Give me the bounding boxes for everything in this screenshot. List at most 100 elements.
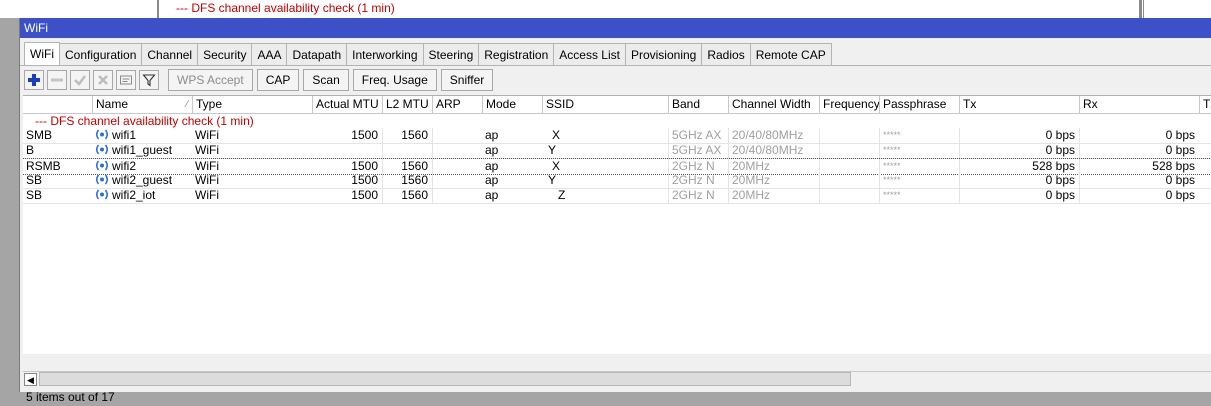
table-row[interactable]: SB wifi2_guest WiFi 1500 1560 ap Y 2GHz … bbox=[23, 173, 1211, 189]
disable-button[interactable] bbox=[93, 70, 113, 90]
table-row[interactable]: B wifi1_guest WiFi ap Y 5GHz AX 20/40/80… bbox=[23, 143, 1211, 159]
cell-tx: 0 bps bbox=[959, 143, 1079, 158]
cell-mode: ap bbox=[485, 159, 499, 173]
column-header-arp[interactable]: ARP bbox=[432, 96, 482, 113]
cell-frequency bbox=[819, 173, 879, 188]
cell-mode: ap bbox=[485, 143, 499, 157]
tab-remote-cap[interactable]: Remote CAP bbox=[749, 43, 832, 65]
status-bar: 5 items out of 17 bbox=[26, 390, 115, 404]
column-header-channel-width[interactable]: Channel Width bbox=[728, 96, 819, 113]
tab-configuration[interactable]: Configuration bbox=[59, 43, 143, 65]
tab-registration[interactable]: Registration bbox=[478, 43, 555, 65]
tab-wifi[interactable]: WiFi bbox=[24, 42, 60, 66]
cell-passphrase: ***** bbox=[879, 143, 959, 158]
cell-mode: ap bbox=[485, 173, 499, 187]
cell-l2-mtu: 1560 bbox=[382, 128, 432, 143]
cell-ssid: X bbox=[552, 159, 561, 173]
cell-arp bbox=[432, 188, 482, 203]
column-header-passphrase[interactable]: Passphrase bbox=[879, 96, 959, 113]
table-row[interactable]: SMB wifi1 WiFi 1500 1560 ap X 5GHz AX 20… bbox=[23, 128, 1211, 144]
cell-name: wifi2_iot bbox=[92, 188, 192, 203]
cell-frequency bbox=[819, 188, 879, 203]
cell-passphrase: ***** bbox=[879, 188, 959, 203]
cell-tx: 0 bps bbox=[959, 128, 1079, 143]
cell-name: wifi1 bbox=[92, 128, 192, 143]
cell-tx: 528 bps bbox=[959, 159, 1079, 174]
tab-datapath[interactable]: Datapath bbox=[286, 43, 348, 65]
column-header-tx-2[interactable]: Tx bbox=[1199, 96, 1211, 113]
column-header-frequency[interactable]: Frequency bbox=[819, 96, 879, 113]
cell-band: 2GHz N bbox=[668, 173, 728, 188]
tab-provisioning[interactable]: Provisioning bbox=[624, 43, 703, 65]
scan-button[interactable]: Scan bbox=[303, 69, 349, 91]
cell-channel-width: 20MHz bbox=[728, 173, 819, 188]
filter-button[interactable] bbox=[139, 70, 159, 90]
comment-button[interactable] bbox=[116, 70, 136, 90]
cell-name-label: wifi1 bbox=[112, 128, 137, 142]
cell-arp bbox=[432, 173, 482, 188]
cell-passphrase: ***** bbox=[879, 128, 959, 143]
scrollbar-thumb[interactable] bbox=[39, 372, 851, 386]
cell-type: WiFi bbox=[195, 143, 219, 157]
cell-rx: 0 bps bbox=[1079, 128, 1199, 143]
column-header-type[interactable]: Type bbox=[192, 96, 312, 113]
interfaces-table: Name ⁄ Type Actual MTU L2 MTU ARP Mode SS… bbox=[23, 95, 1211, 354]
freq-usage-button[interactable]: Freq. Usage bbox=[352, 69, 437, 91]
cap-button[interactable]: CAP bbox=[256, 69, 300, 91]
add-button[interactable] bbox=[24, 70, 44, 90]
enable-icon bbox=[74, 75, 86, 86]
cell-frequency bbox=[819, 128, 879, 143]
cell-band: 5GHz AX bbox=[668, 143, 728, 158]
cell-type: WiFi bbox=[195, 128, 219, 142]
column-header-rx[interactable]: Rx bbox=[1079, 96, 1199, 113]
wifi-window: WiFi WiFi Configuration Channel Security… bbox=[19, 18, 1211, 404]
cell-rx: 0 bps bbox=[1079, 173, 1199, 188]
tab-radios[interactable]: Radios bbox=[701, 43, 751, 65]
cell-frequency bbox=[819, 143, 879, 158]
column-header-name[interactable]: Name ⁄ bbox=[92, 96, 192, 113]
cell-channel-width: 20MHz bbox=[728, 159, 819, 174]
cell-tx: 0 bps bbox=[959, 188, 1079, 203]
cell-band: 2GHz N bbox=[668, 159, 728, 174]
add-icon bbox=[28, 74, 40, 86]
tab-steering[interactable]: Steering bbox=[422, 43, 480, 65]
cell-mode: ap bbox=[485, 188, 499, 202]
sniffer-button[interactable]: Sniffer bbox=[440, 69, 494, 91]
filter-icon bbox=[142, 74, 156, 87]
cell-actual-mtu bbox=[312, 143, 382, 158]
tab-divider bbox=[20, 65, 1211, 66]
cell-l2-mtu: 1560 bbox=[382, 159, 432, 174]
cell-arp bbox=[432, 159, 482, 174]
column-header-l2-mtu[interactable]: L2 MTU bbox=[382, 96, 432, 113]
cell-channel-width: 20/40/80MHz bbox=[728, 128, 819, 143]
cell-name: wifi2 bbox=[92, 159, 192, 174]
window-titlebar[interactable]: WiFi bbox=[20, 18, 1211, 38]
enable-button[interactable] bbox=[70, 70, 90, 90]
cell-flags: SMB bbox=[26, 128, 53, 142]
tab-security[interactable]: Security bbox=[197, 43, 253, 65]
remove-icon bbox=[51, 78, 63, 82]
column-header-ssid[interactable]: SSID bbox=[542, 96, 668, 113]
tab-access-list[interactable]: Access List bbox=[553, 43, 626, 65]
column-header-actual-mtu[interactable]: Actual MTU bbox=[312, 96, 382, 113]
wps-accept-button[interactable]: WPS Accept bbox=[168, 69, 253, 91]
column-header-name-label: Name bbox=[96, 97, 129, 111]
cell-ssid: Y bbox=[548, 173, 557, 187]
tab-interworking[interactable]: Interworking bbox=[346, 43, 424, 65]
cell-frequency bbox=[819, 159, 879, 174]
cell-tx: 0 bps bbox=[959, 173, 1079, 188]
column-header-tx[interactable]: Tx bbox=[959, 96, 1079, 113]
column-header-mode[interactable]: Mode bbox=[482, 96, 542, 113]
remove-button[interactable] bbox=[47, 70, 67, 90]
disable-icon bbox=[98, 75, 108, 85]
cell-flags: RSMB bbox=[26, 159, 61, 173]
background-border-right bbox=[1139, 0, 1142, 18]
column-header-band[interactable]: Band bbox=[668, 96, 728, 113]
column-header-flags[interactable] bbox=[23, 96, 92, 113]
cell-actual-mtu: 1500 bbox=[351, 128, 378, 142]
tab-channel[interactable]: Channel bbox=[141, 43, 199, 65]
table-row[interactable]: SB wifi2_iot WiFi 1500 1560 ap Z 2GHz N … bbox=[23, 188, 1211, 204]
horizontal-scrollbar[interactable]: ◀ bbox=[23, 371, 1211, 387]
tab-aaa[interactable]: AAA bbox=[251, 43, 288, 65]
scroll-left-arrow-icon[interactable]: ◀ bbox=[24, 373, 37, 386]
